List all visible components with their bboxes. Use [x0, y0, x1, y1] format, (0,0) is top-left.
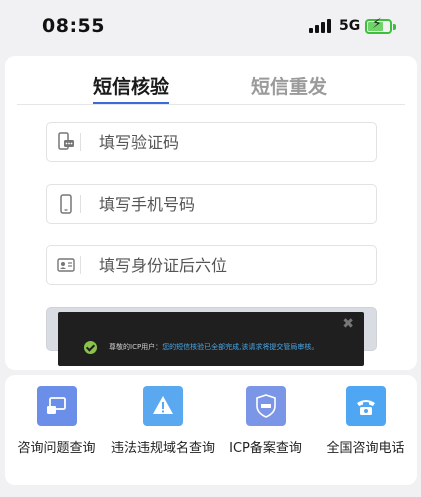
id-last-six-field[interactable]	[46, 245, 377, 285]
field-separator	[80, 195, 81, 213]
quick-link-label: 全国咨询电话	[326, 441, 405, 456]
verify-code-input[interactable]	[99, 131, 359, 153]
icp-shield-icon	[245, 386, 286, 426]
field-separator	[80, 256, 81, 274]
battery-cap	[393, 24, 396, 30]
success-toast: ✖ 尊敬的ICP用户：您的短信核验已全部完成,该请求将提交管局审核。	[58, 312, 364, 366]
quick-link-illegal-domain[interactable]: 违法违规域名查询	[111, 386, 216, 456]
quick-links-card: 咨询问题查询 违法违规域名查询 ICP备案查询 全国咨询电话	[5, 375, 417, 485]
phone-input[interactable]	[99, 193, 359, 215]
field-separator	[80, 133, 81, 151]
status-bar: 08:55 5G ⚡	[0, 0, 421, 52]
tab-sms-verify[interactable]: 短信核验	[93, 72, 169, 99]
chat-query-icon	[36, 386, 77, 426]
quick-link-label: ICP备案查询	[229, 441, 302, 456]
sms-icon	[58, 132, 74, 150]
quick-link-icp-query[interactable]: ICP备案查询	[214, 386, 317, 456]
toast-body: 您的短信核验已全部完成,该请求将提交管局审核。	[162, 343, 319, 351]
phone-icon	[60, 194, 72, 214]
quick-link-hotline[interactable]: 全国咨询电话	[314, 386, 417, 456]
quick-link-label: 咨询问题查询	[17, 441, 96, 456]
id-last-six-input[interactable]	[99, 254, 359, 276]
telephone-icon	[345, 386, 386, 426]
check-icon	[84, 341, 97, 354]
id-card-icon	[57, 258, 75, 272]
charging-icon: ⚡	[372, 16, 382, 32]
signal-icon	[309, 19, 331, 33]
close-icon[interactable]: ✖	[342, 316, 354, 332]
quick-link-label: 违法违规域名查询	[111, 441, 216, 456]
status-time: 08:55	[42, 15, 105, 37]
warning-icon	[142, 386, 183, 426]
tab-divider	[17, 104, 405, 105]
toast-message: 尊敬的ICP用户：您的短信核验已全部完成,该请求将提交管局审核。	[109, 342, 318, 352]
tab-sms-resend[interactable]: 短信重发	[251, 72, 327, 99]
quick-link-consult-query[interactable]: 咨询问题查询	[5, 386, 108, 456]
phone-field[interactable]	[46, 184, 377, 224]
verify-code-field[interactable]	[46, 122, 377, 162]
toast-prefix: 尊敬的ICP用户：	[109, 343, 163, 351]
network-type: 5G	[339, 18, 361, 34]
